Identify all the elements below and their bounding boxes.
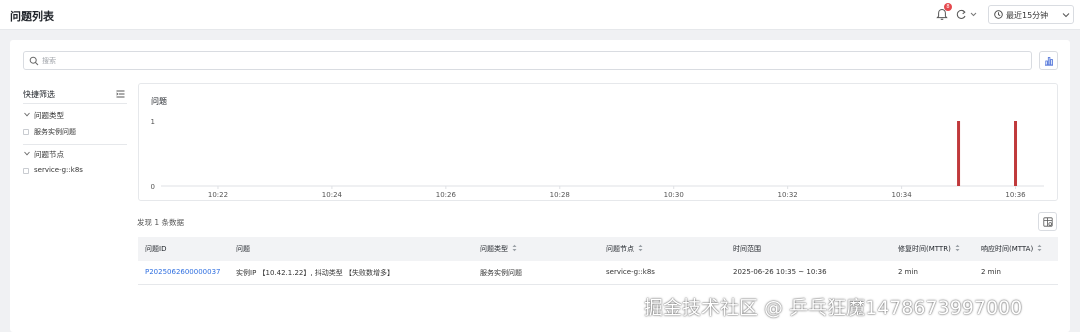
search-bar[interactable] bbox=[23, 51, 1032, 70]
page-title: 问题列表 bbox=[10, 10, 54, 23]
chevron-down-icon bbox=[1062, 13, 1070, 18]
problem-type: 服务实例问题 bbox=[480, 269, 522, 277]
clock-icon bbox=[994, 10, 1003, 19]
x-tick-label: 10:36 bbox=[1005, 191, 1026, 199]
column-header-mtta[interactable]: 响应时间(MTTA) bbox=[981, 244, 1042, 254]
y-tick-label: 1 bbox=[151, 118, 155, 126]
y-tick-label: 0 bbox=[151, 183, 155, 191]
notification-badge: 8 bbox=[944, 3, 952, 11]
problem-chart: 问题 0 1 10:22 10:24 10:26 10:28 10:30 10:32 10:34… bbox=[138, 83, 1058, 201]
checkbox[interactable] bbox=[23, 168, 29, 174]
chevron-down-icon bbox=[24, 112, 30, 117]
checkbox[interactable] bbox=[23, 129, 29, 135]
chart-bar bbox=[957, 121, 961, 186]
x-tick-label: 10:32 bbox=[778, 191, 798, 199]
problem-node: service-g::k8s bbox=[606, 268, 655, 276]
bar-chart-icon bbox=[1045, 57, 1053, 66]
x-tick-label: 10:28 bbox=[550, 191, 570, 199]
column-settings-button[interactable] bbox=[1038, 212, 1057, 231]
filter-group-problem-type[interactable]: 问题类型 bbox=[23, 109, 127, 121]
chart-toggle-button[interactable] bbox=[1039, 51, 1058, 70]
table-header: 问题ID 问题 问题类型 问题节点 时间范围 修复时间(MTTR) 响应时间(M… bbox=[138, 237, 1058, 261]
collapse-filter-icon[interactable] bbox=[116, 90, 125, 98]
divider bbox=[23, 144, 127, 145]
problem-mtta: 2 min bbox=[981, 268, 1001, 276]
column-header-type[interactable]: 问题类型 bbox=[480, 244, 517, 254]
x-tick-label: 10:22 bbox=[208, 191, 228, 199]
x-tick-label: 10:26 bbox=[436, 191, 457, 199]
column-header-mttr[interactable]: 修复时间(MTTR) bbox=[898, 244, 960, 254]
filter-option-label: service-g::k8s bbox=[34, 166, 83, 174]
x-tick-label: 10:24 bbox=[322, 191, 343, 199]
quick-filter-header: 快捷筛选 bbox=[23, 86, 127, 104]
main-panel: 快捷筛选 问题类型 服务实例问题 问题节点 service-g::k8s bbox=[10, 40, 1070, 332]
column-header-time-range: 时间范围 bbox=[733, 245, 761, 253]
problem-time-range: 2025-06-26 10:35 ~ 10:36 bbox=[733, 268, 827, 276]
column-header-id: 问题ID bbox=[145, 245, 167, 253]
filter-group-label: 问题类型 bbox=[34, 111, 64, 120]
sort-icon[interactable] bbox=[1037, 244, 1042, 252]
filter-group-label: 问题节点 bbox=[34, 150, 64, 159]
time-range-label: 最近15分钟 bbox=[1006, 11, 1049, 20]
watermark: 掘金技术社区 @ 乒乓狂魔1478673997000 bbox=[644, 297, 1023, 319]
column-header-node[interactable]: 问题节点 bbox=[606, 244, 643, 254]
time-range-select[interactable]: 最近15分钟 bbox=[988, 5, 1074, 24]
sort-icon[interactable] bbox=[955, 244, 960, 252]
table-row[interactable]: P2025062600000037 实例IP 【10.42.1.22】, 抖动类… bbox=[138, 261, 1058, 285]
problem-id-link[interactable]: P2025062600000037 bbox=[145, 268, 220, 276]
filter-option-label: 服务实例问题 bbox=[34, 128, 76, 136]
problem-mttr: 2 min bbox=[898, 268, 918, 276]
x-tick-label: 10:30 bbox=[664, 191, 684, 199]
search-input[interactable] bbox=[42, 54, 1022, 67]
chart-canvas: 0 1 10:22 10:24 10:26 10:28 10:30 10:32 10:34 10:… bbox=[151, 118, 1044, 199]
sort-icon[interactable] bbox=[638, 244, 643, 252]
result-summary: 发现 1 条数据 bbox=[137, 218, 185, 227]
chart-bar bbox=[1014, 121, 1018, 186]
filter-group-problem-node[interactable]: 问题节点 bbox=[23, 148, 127, 160]
chevron-down-icon bbox=[24, 151, 30, 156]
column-header-problem: 问题 bbox=[236, 245, 250, 253]
problem-description: 实例IP 【10.42.1.22】, 抖动类型 【失败数增多】 bbox=[236, 269, 395, 277]
refresh-icon[interactable] bbox=[955, 8, 979, 21]
x-tick-label: 10:34 bbox=[891, 191, 912, 199]
sort-icon[interactable] bbox=[512, 244, 517, 252]
filter-option-service-instance[interactable]: 服务实例问题 bbox=[23, 126, 127, 138]
quick-filter-title: 快捷筛选 bbox=[23, 90, 55, 99]
column-settings-icon bbox=[1043, 217, 1053, 227]
filter-option-service-g[interactable]: service-g::k8s bbox=[23, 165, 127, 177]
top-bar: 问题列表 8 最近15分钟 bbox=[0, 0, 1080, 30]
search-icon bbox=[29, 56, 39, 66]
